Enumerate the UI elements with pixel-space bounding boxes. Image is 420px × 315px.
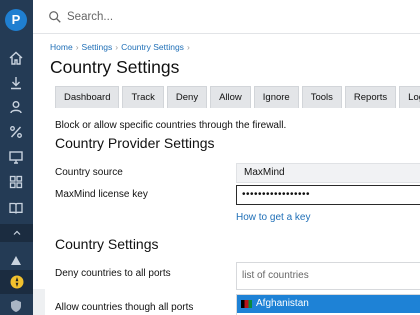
search-input[interactable] xyxy=(67,8,407,26)
list-item-label: Afghanistan xyxy=(256,298,309,309)
tab-dashboard[interactable]: Dashboard xyxy=(55,86,120,108)
up-chevron-icon xyxy=(13,230,20,235)
page-title: Country Settings xyxy=(50,57,180,77)
book-icon[interactable] xyxy=(4,196,28,220)
breadcrumb-country-settings[interactable]: Country Settings xyxy=(121,42,184,52)
search-icon xyxy=(49,11,61,23)
tab-reports[interactable]: Reports xyxy=(344,86,397,108)
country-source-select[interactable]: MaxMind xyxy=(236,163,420,183)
deny-countries-select[interactable]: list of countries xyxy=(236,262,420,290)
shield-small-icon[interactable] xyxy=(4,294,28,315)
percent-icon[interactable] xyxy=(4,120,28,144)
home-icon[interactable] xyxy=(4,46,28,70)
country-source-label: Country source xyxy=(55,167,123,178)
allow-countries-label: Allow countries though all ports xyxy=(55,302,194,313)
tab-track[interactable]: Track xyxy=(122,86,164,108)
breadcrumb: Home › Settings › Country Settings › xyxy=(50,42,193,52)
breadcrumb-home[interactable]: Home xyxy=(50,42,73,52)
chevron-right-icon: › xyxy=(75,42,79,52)
tab-deny[interactable]: Deny xyxy=(166,86,208,108)
tab-allow[interactable]: Allow xyxy=(210,86,251,108)
deny-countries-label: Deny countries to all ports xyxy=(55,268,171,279)
monitor-icon[interactable] xyxy=(4,145,28,169)
help-link[interactable]: How to get a key xyxy=(236,212,310,223)
download-icon[interactable] xyxy=(4,71,28,95)
license-key-label: MaxMind license key xyxy=(55,189,148,200)
tab-ignore[interactable]: Ignore xyxy=(253,86,299,108)
license-key-field[interactable]: ••••••••••••••••• xyxy=(236,185,420,205)
page-description: Block or allow specific countries throug… xyxy=(55,120,287,131)
afghanistan-flag-icon xyxy=(241,300,252,308)
hazard-icon[interactable] xyxy=(4,248,28,272)
chevron-right-icon: › xyxy=(115,42,119,52)
user-icon[interactable] xyxy=(4,95,28,119)
tab-tools[interactable]: Tools xyxy=(301,86,342,108)
grid-icon[interactable] xyxy=(4,170,28,194)
left-scroll-area[interactable] xyxy=(33,289,45,315)
country-listbox[interactable]: Afghanistan xyxy=(236,294,420,315)
chevron-right-icon: › xyxy=(186,42,190,52)
shield-icon[interactable] xyxy=(0,270,33,294)
provider-section-title: Country Provider Settings xyxy=(55,135,215,151)
list-item[interactable]: Afghanistan xyxy=(237,295,420,313)
collapse-toggle[interactable] xyxy=(0,224,33,242)
main-content: Home › Settings › Country Settings › Country … xyxy=(33,34,420,315)
country-section-title: Country Settings xyxy=(55,236,159,252)
breadcrumb-settings[interactable]: Settings xyxy=(82,42,113,52)
top-bar xyxy=(33,0,420,34)
tab-bar: Dashboard Track Deny Allow Ignore Tools … xyxy=(55,86,420,108)
app-logo[interactable]: P xyxy=(5,9,27,31)
sidebar: P xyxy=(0,0,33,315)
tab-logs[interactable]: Logs xyxy=(399,86,420,108)
